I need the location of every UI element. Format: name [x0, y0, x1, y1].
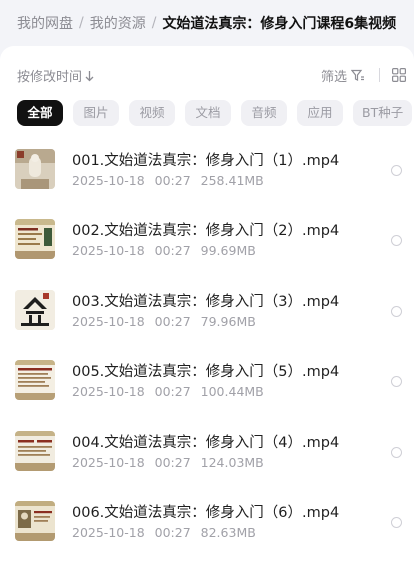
filter-button[interactable]: 筛选 [321, 66, 365, 85]
file-meta: 2025-10-18 00:27 100.44MB [72, 384, 264, 399]
file-time: 00:27 [154, 384, 191, 400]
file-size: 100.44MB [200, 384, 264, 400]
arrow-down-icon [85, 70, 94, 81]
file-name: 004.文始道法真宗：修身入门（4）.mp4 [72, 434, 340, 451]
video-thumbnail [15, 500, 55, 541]
video-thumbnail [15, 219, 55, 260]
file-time: 00:27 [154, 524, 191, 540]
file-date: 2025-10-18 [72, 313, 145, 329]
file-time: 00:27 [154, 243, 191, 259]
sort-label: 按修改时间 [17, 70, 83, 85]
file-row[interactable]: 002.文始道法真宗：修身入门（2）.mp4 2025-10-18 00:27 … [0, 214, 414, 284]
file-time: 00:27 [154, 173, 191, 188]
file-name: 002.文始道法真宗：修身入门（2）.mp4 [72, 223, 340, 240]
file-size: 99.69MB [200, 243, 256, 259]
breadcrumb-root-link[interactable]: 我的网盘 [17, 13, 73, 33]
file-row[interactable]: 001.文始道法真宗：修身入门（1）.mp4 2025-10-18 00:27 … [0, 144, 414, 214]
filter-icon [351, 69, 365, 81]
chip-apps[interactable]: 应用 [297, 100, 343, 126]
chip-images[interactable]: 图片 [73, 100, 119, 126]
breadcrumb-parent-link[interactable]: 我的资源 [90, 13, 146, 33]
sort-button[interactable]: 按修改时间 [17, 66, 95, 85]
chip-documents[interactable]: 文档 [185, 100, 231, 126]
grid-view-icon[interactable] [392, 68, 406, 82]
filter-label: 筛选 [321, 70, 348, 85]
breadcrumb: 我的网盘 / 我的资源 / 文始道法真宗：修身入门课程6集视频 [0, 0, 414, 46]
file-date: 2025-10-18 [72, 243, 145, 259]
file-row[interactable]: 005.文始道法真宗：修身入门（5）.mp4 2025-10-18 00:27 … [0, 355, 414, 425]
file-time: 00:27 [154, 454, 191, 470]
file-date: 2025-10-18 [72, 384, 145, 400]
file-row[interactable]: 004.文始道法真宗：修身入门（4）.mp4 2025-10-18 00:27 … [0, 426, 414, 496]
file-name: 005.文始道法真宗：修身入门（5）.mp4 [72, 364, 340, 381]
toolbar-divider [379, 68, 380, 82]
video-thumbnail [15, 430, 55, 471]
select-radio[interactable] [391, 165, 402, 176]
file-name: 006.文始道法真宗：修身入门（6）.mp4 [72, 504, 340, 521]
file-panel: 按修改时间 筛选 全部 图片 视频 文档 音频 应用 BT种子 001.文始道法… [0, 46, 414, 566]
breadcrumb-separator: / [79, 15, 84, 31]
video-thumbnail [15, 149, 55, 189]
file-meta: 2025-10-18 00:27 124.03MB [72, 455, 264, 470]
chip-bt-torrents[interactable]: BT种子 [353, 100, 413, 126]
select-radio[interactable] [391, 516, 402, 528]
file-meta: 2025-10-18 00:27 82.63MB [72, 525, 256, 540]
file-date: 2025-10-18 [72, 173, 145, 188]
file-meta: 2025-10-18 00:27 99.69MB [72, 243, 256, 258]
breadcrumb-current-folder: 文始道法真宗：修身入门课程6集视频 [162, 16, 397, 32]
select-radio[interactable] [391, 376, 402, 388]
breadcrumb-separator: / [151, 15, 157, 31]
file-meta: 2025-10-18 00:27 258.41MB [72, 173, 264, 188]
file-time: 00:27 [154, 313, 191, 329]
chip-videos[interactable]: 视频 [129, 100, 175, 126]
file-size: 258.41MB [200, 173, 264, 188]
file-size: 79.96MB [200, 313, 256, 329]
chip-all[interactable]: 全部 [17, 100, 63, 126]
list-toolbar: 按修改时间 筛选 [0, 46, 414, 102]
file-name: 003.文始道法真宗：修身入门（3）.mp4 [72, 293, 340, 310]
file-row[interactable]: 006.文始道法真宗：修身入门（6）.mp4 2025-10-18 00:27 … [0, 496, 414, 566]
select-radio[interactable] [391, 305, 402, 317]
file-date: 2025-10-18 [72, 524, 145, 540]
file-name: 001.文始道法真宗：修身入门（1）.mp4 [72, 153, 340, 169]
video-thumbnail [15, 289, 55, 330]
file-list: 001.文始道法真宗：修身入门（1）.mp4 2025-10-18 00:27 … [0, 144, 414, 566]
file-row[interactable]: 003.文始道法真宗：修身入门（3）.mp4 2025-10-18 00:27 … [0, 285, 414, 355]
file-meta: 2025-10-18 00:27 79.96MB [72, 314, 256, 329]
chip-audio[interactable]: 音频 [241, 100, 287, 126]
select-radio[interactable] [391, 446, 402, 458]
file-size: 82.63MB [200, 524, 256, 540]
file-date: 2025-10-18 [72, 454, 145, 470]
filter-chip-bar: 全部 图片 视频 文档 音频 应用 BT种子 [17, 100, 413, 126]
select-radio[interactable] [391, 235, 402, 247]
file-size: 124.03MB [200, 454, 264, 470]
video-thumbnail [15, 360, 55, 401]
